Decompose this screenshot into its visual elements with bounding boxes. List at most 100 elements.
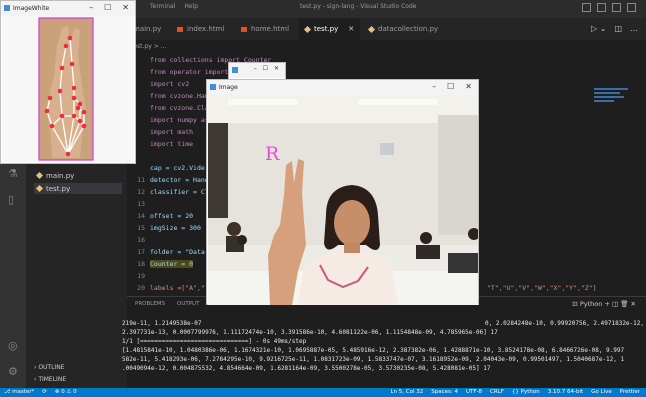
add-terminal-icon[interactable]: + <box>604 300 609 308</box>
split-editor-icon[interactable]: ◫ <box>614 24 622 33</box>
split-terminal-icon[interactable]: ◫ <box>612 300 618 308</box>
close-panel-icon[interactable]: ✕ <box>631 300 636 308</box>
file-icon[interactable]: ▯ <box>8 194 19 205</box>
interpreter[interactable]: 3.10.7 64-bit <box>548 389 583 395</box>
section-label: TIMELINE <box>38 376 67 383</box>
status-bar: ⎇ master* ⟳ ⊗ 0 ⚠ 0 Ln 5, Col 32 Spaces:… <box>0 388 646 397</box>
minimize-button[interactable]: – <box>254 65 257 72</box>
close-window-icon[interactable] <box>627 3 636 12</box>
bottom-panel: PROBLEMS OUTPUT ⊡ Python + ◫ 🗑 ✕ 219e-11… <box>122 296 646 388</box>
panel-tab-problems[interactable]: PROBLEMS <box>135 301 165 307</box>
app-icon <box>4 5 10 11</box>
close-button[interactable]: ✕ <box>465 82 472 91</box>
code-line: 15 imgSize = 300 <box>137 224 201 232</box>
minimize-icon[interactable] <box>612 3 621 12</box>
section-timeline[interactable]: › TIMELINE <box>34 376 66 383</box>
window-title: Image <box>219 84 238 91</box>
code-line: 11 detector = Hand <box>137 176 209 184</box>
imagewhite-titlebar: ImageWhite – ☐ ✕ <box>1 1 135 16</box>
code-line-tail: "T","U","V","W","X","Y","Z"] <box>487 284 597 292</box>
file-test-py[interactable]: test.py <box>34 183 122 194</box>
panel-tabs: PROBLEMS OUTPUT <box>135 301 199 307</box>
encoding[interactable]: UTF-8 <box>466 389 482 395</box>
terminal-line: 1/1 [==============================] - 0… <box>122 338 307 345</box>
account-icon[interactable]: ◎ <box>8 340 19 351</box>
minimap[interactable] <box>594 88 634 118</box>
file-main-py[interactable]: main.py <box>34 170 122 181</box>
terminal-icon: ⊡ <box>572 300 578 308</box>
indentation[interactable]: Spaces: 4 <box>431 389 458 395</box>
prettier[interactable]: Prettier <box>620 389 640 395</box>
code-line: from cvzone.Cla <box>150 104 209 112</box>
python-icon <box>367 25 376 33</box>
panel-tab-output[interactable]: OUTPUT <box>177 301 199 307</box>
status-left: ⎇ master* ⟳ ⊗ 0 ⚠ 0 <box>4 389 77 395</box>
file-label: main.py <box>46 171 75 180</box>
window-title: test.py - sign-lang - Visual Studio Code <box>300 3 417 10</box>
tab-test-py[interactable]: test.py ✕ <box>299 18 361 40</box>
toggle-sidebar-icon[interactable] <box>582 3 591 12</box>
python-icon <box>35 171 44 180</box>
problems-count[interactable]: ⊗ 0 ⚠ 0 <box>55 389 77 395</box>
menu-bar: Terminal Help <box>150 3 198 10</box>
toggle-panel-icon[interactable] <box>597 3 606 12</box>
go-live[interactable]: Go Live <box>591 389 612 395</box>
close-tab-icon[interactable]: ✕ <box>348 25 354 33</box>
close-button[interactable]: ✕ <box>122 3 129 12</box>
tab-label: main.py <box>133 25 162 33</box>
tab-label: index.html <box>187 25 225 33</box>
tab-index-html[interactable]: index.html <box>171 18 230 40</box>
run-icon[interactable]: ▷ ⌄ <box>591 24 606 33</box>
section-outline[interactable]: › OUTLINE <box>34 364 64 371</box>
tab-label: datacollection.py <box>378 25 439 33</box>
window-title: ImageWhite <box>13 5 50 12</box>
hand-skeleton-image <box>2 16 134 162</box>
maximize-button[interactable]: ☐ <box>104 3 111 12</box>
code-line: import math <box>150 128 194 136</box>
tab-home-html[interactable]: home.html <box>235 18 295 40</box>
trash-icon[interactable]: 🗑 <box>620 300 628 308</box>
code-line: 18 Counter = 0 <box>137 260 194 268</box>
cursor-position[interactable]: Ln 5, Col 32 <box>390 389 423 395</box>
terminal-profile-label[interactable]: Python <box>580 300 603 308</box>
line-ending[interactable]: CRLF <box>490 389 504 395</box>
sync-icon[interactable]: ⟳ <box>42 389 47 395</box>
editor-tabs: main.py index.html home.html test.py ✕ d… <box>127 18 646 40</box>
tab-datacollection-py[interactable]: datacollection.py <box>363 18 444 40</box>
code-line: 17 folder = "Data <box>137 248 205 256</box>
code-line: 13 <box>137 200 145 208</box>
crop-window-titlebar: – ☐ ✕ <box>229 63 285 78</box>
editor-actions: ▷ ⌄ ◫ … <box>591 24 638 33</box>
terminal-output[interactable]: 219e-11, 1.2149538e-07 0, 2.0284248e-10,… <box>122 319 644 373</box>
code-line: from operator import <box>150 68 229 76</box>
python-icon <box>35 184 44 193</box>
code-line: 19 <box>137 272 145 280</box>
image-window-titlebar: Image – ☐ ✕ <box>207 80 478 95</box>
terminal-line: 219e-11, 1.2149538e-07 <box>122 320 202 327</box>
imagewhite-window[interactable]: ImageWhite – ☐ ✕ <box>0 0 136 164</box>
code-line: cap = cv2.Vide <box>150 164 205 172</box>
section-label: OUTLINE <box>38 364 65 371</box>
minimize-button[interactable]: – <box>432 82 436 91</box>
image-window[interactable]: Image – ☐ ✕ R <box>206 79 479 305</box>
maximize-button[interactable]: ☐ <box>447 82 454 91</box>
menu-terminal[interactable]: Terminal <box>150 3 175 10</box>
maximize-button[interactable]: ☐ <box>263 65 268 72</box>
code-line: import time <box>150 140 194 148</box>
language-mode[interactable]: {} Python <box>512 389 540 395</box>
terminal-line: [1.4815841e-10, 1.0480386e-06, 1.1674321… <box>122 347 625 354</box>
more-icon[interactable]: … <box>630 24 638 33</box>
terminal-line: 582e-11, 5.418293e-06, 7.2784295e-10, 9.… <box>122 356 625 363</box>
menu-help[interactable]: Help <box>184 3 198 10</box>
gear-icon[interactable]: ⚙ <box>8 366 19 377</box>
file-label: test.py <box>46 184 71 193</box>
code-line: import numpy as <box>150 116 209 124</box>
tab-label: test.py <box>314 25 339 33</box>
status-right: Ln 5, Col 32 Spaces: 4 UTF-8 CRLF {} Pyt… <box>390 389 640 395</box>
flask-icon[interactable]: ⚗ <box>8 168 19 179</box>
python-icon <box>303 25 312 33</box>
minimize-button[interactable]: – <box>89 3 93 12</box>
close-button[interactable]: ✕ <box>274 65 279 72</box>
git-branch[interactable]: ⎇ master* <box>4 389 34 395</box>
code-line: from cvzone.Han <box>150 92 209 100</box>
